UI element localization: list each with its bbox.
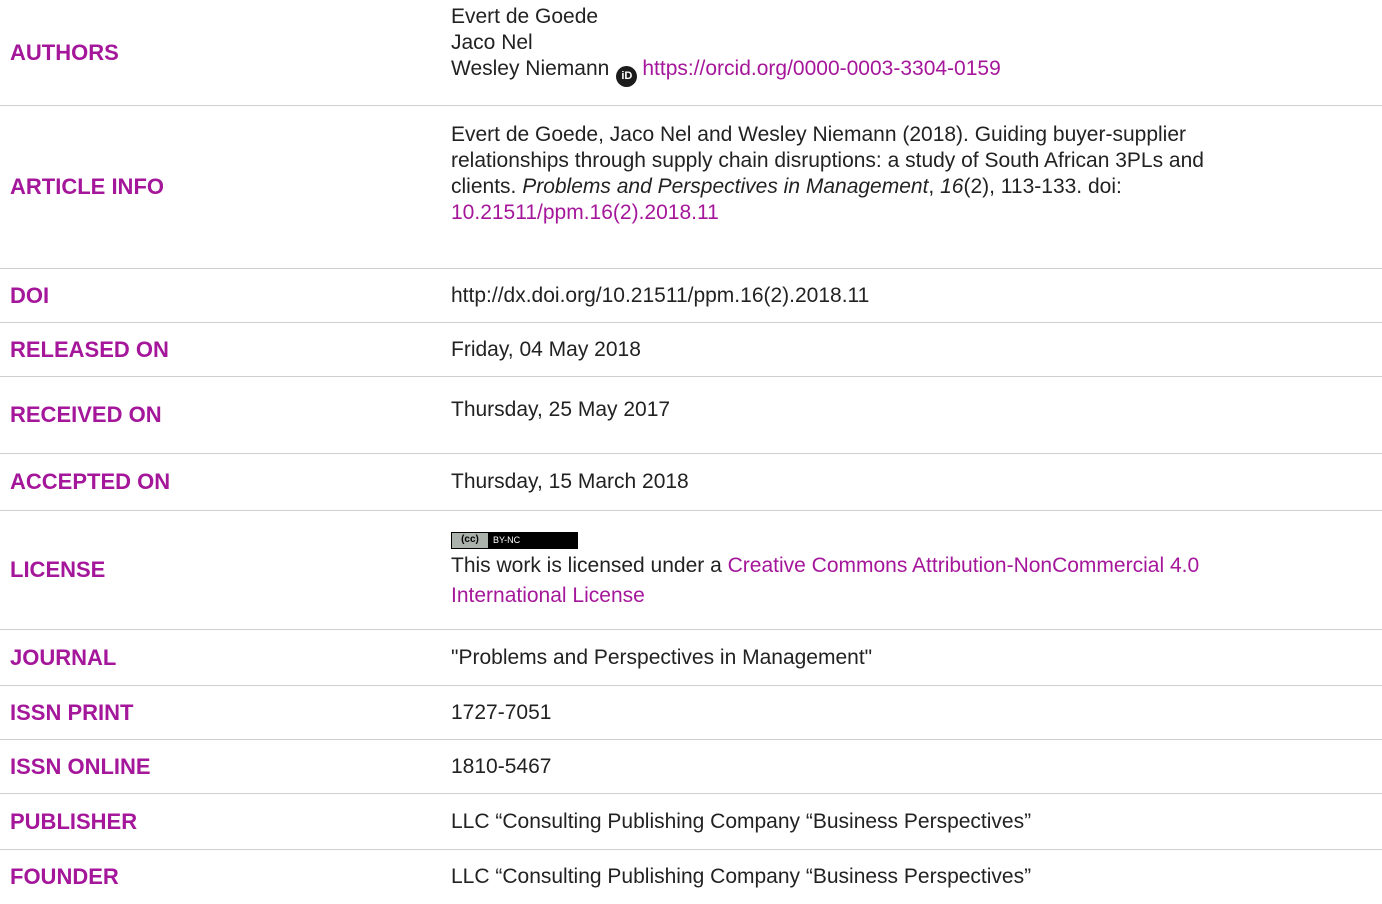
received-label: RECEIVED ON — [10, 402, 162, 427]
issn-print-value: 1727-7051 — [451, 700, 552, 724]
license-link-line2: International License — [451, 584, 645, 607]
journal-label: JOURNAL — [10, 644, 117, 670]
released-label: RELEASED ON — [10, 336, 169, 362]
citation-journal: Problems and Perspectives in Management — [522, 175, 929, 198]
released-value: Friday, 04 May 2018 — [451, 337, 641, 361]
journal-row: JOURNAL "Problems and Perspectives in Ma… — [0, 630, 1382, 686]
license-text-pre: This work is licensed under a — [451, 554, 728, 577]
authors-value: Evert de Goede Jaco Nel Wesley Niemann iD… — [451, 4, 1374, 105]
citation-volume: 16 — [940, 175, 964, 198]
cc-logo-icon: (cc) — [452, 532, 488, 548]
license-row: LICENSE (cc) BY-NC This work is licensed… — [0, 511, 1382, 630]
license-link-line1: Creative Commons Attribution-NonCommerci… — [727, 554, 1200, 577]
cc-badge-text: BY-NC — [493, 535, 521, 545]
doi-row: DOI http://dx.doi.org/10.21511/ppm.16(2)… — [0, 269, 1382, 323]
citation-doi-link[interactable]: 10.21511/ppm.16(2).2018.11 — [451, 201, 719, 224]
orcid-icon: iD — [616, 66, 638, 87]
publisher-row: PUBLISHER LLC “Consulting Publishing Com… — [0, 794, 1382, 850]
orcid-link[interactable]: https://orcid.org/0000-0003-3304-0159 — [642, 57, 1000, 80]
journal-value: "Problems and Perspectives in Management… — [451, 645, 873, 669]
founder-row: FOUNDER LLC “Consulting Publishing Compa… — [0, 850, 1382, 904]
citation-text: , — [928, 175, 941, 198]
doi-label: DOI — [10, 282, 50, 308]
citation-line: Evert de Goede, Jaco Nel and Wesley Niem… — [451, 123, 1186, 146]
citation-text: clients. — [451, 175, 523, 198]
issn-print-label: ISSN PRINT — [10, 699, 134, 725]
article-info-label: ARTICLE INFO — [10, 174, 164, 199]
issn-online-row: ISSN ONLINE 1810-5467 — [0, 740, 1382, 794]
article-info-value: Evert de Goede, Jaco Nel and Wesley Niem… — [451, 122, 1374, 268]
accepted-label: ACCEPTED ON — [10, 469, 171, 494]
issn-online-label: ISSN ONLINE — [10, 753, 151, 779]
license-text: This work is licensed under a Creative C… — [451, 551, 1199, 611]
authors-label: AUTHORS — [10, 39, 119, 65]
author-with-orcid: Wesley Niemann iD https://orcid.org/0000-0… — [451, 56, 1001, 87]
publisher-label: PUBLISHER — [10, 808, 138, 834]
doi-value: http://dx.doi.org/10.21511/ppm.16(2).201… — [451, 283, 870, 307]
received-row: RECEIVED ON Thursday, 25 May 2017 — [0, 377, 1382, 454]
issn-online-value: 1810-5467 — [451, 754, 552, 778]
founder-value: LLC “Consulting Publishing Company “Busi… — [451, 865, 1032, 888]
license-value: (cc) BY-NC This work is licensed under a… — [451, 523, 1374, 629]
citation-line: 10.21511/ppm.16(2).2018.11 — [451, 200, 1204, 226]
author-name: Evert de Goede — [451, 5, 599, 28]
author-name: Jaco Nel — [451, 31, 533, 54]
article-info-row: ARTICLE INFO Evert de Goede, Jaco Nel an… — [0, 106, 1382, 269]
author-name: Wesley Niemann — [451, 57, 610, 80]
citation-line: relationships through supply chain disru… — [451, 149, 1204, 172]
founder-label: FOUNDER — [10, 864, 119, 889]
publisher-value: LLC “Consulting Publishing Company “Busi… — [451, 809, 1032, 833]
authors-row: AUTHORS Evert de Goede Jaco Nel Wesley N… — [0, 0, 1382, 106]
cc-by-nc-badge[interactable]: (cc) BY-NC — [451, 531, 578, 549]
released-row: RELEASED ON Friday, 04 May 2018 — [0, 323, 1382, 377]
citation-text: (2), 113-133. doi: — [963, 175, 1122, 198]
license-badge-wrap: (cc) BY-NC — [451, 523, 1199, 551]
accepted-value: Thursday, 15 March 2018 — [451, 470, 689, 493]
license-label: LICENSE — [10, 557, 106, 582]
issn-print-row: ISSN PRINT 1727-7051 — [0, 686, 1382, 740]
citation-line: clients. Problems and Perspectives in Ma… — [451, 174, 1204, 200]
accepted-row: ACCEPTED ON Thursday, 15 March 2018 — [0, 454, 1382, 511]
received-value: Thursday, 25 May 2017 — [451, 398, 671, 421]
